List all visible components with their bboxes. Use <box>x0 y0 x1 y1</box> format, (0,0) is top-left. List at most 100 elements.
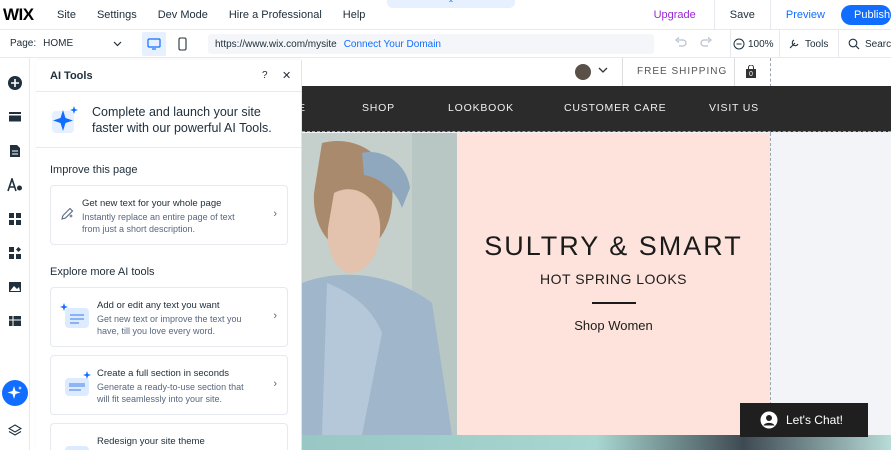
apps-icon[interactable] <box>6 210 24 228</box>
wrench-icon <box>789 39 799 49</box>
menu-settings[interactable]: Settings <box>97 9 137 21</box>
top-right-actions: Upgrade Save Preview Publish <box>654 0 891 30</box>
panel-title: AI Tools <box>50 69 93 82</box>
chevron-up-icon: ⌃ <box>447 0 455 8</box>
theme-sparkle-icon <box>65 446 89 450</box>
undo-icon[interactable] <box>674 37 687 49</box>
search-label: Search <box>865 38 891 50</box>
sparkle-icon <box>7 386 22 399</box>
nav-item-lookbook[interactable]: LOOKBOOK <box>448 102 514 114</box>
zoom-icon <box>733 38 745 50</box>
zoom-control[interactable]: 100% <box>730 30 774 58</box>
search-icon <box>848 38 860 50</box>
ai-card-page-text[interactable]: Get new text for your whole page Instant… <box>50 185 288 245</box>
card-title: Create a full section in seconds <box>97 368 230 379</box>
connect-domain-link[interactable]: Connect Your Domain <box>344 39 441 50</box>
card-description: Get new text or improve the text you hav… <box>97 314 242 336</box>
hero-image[interactable] <box>302 133 457 435</box>
pages-icon[interactable] <box>6 142 24 160</box>
page-select[interactable]: HOME <box>43 38 113 49</box>
explore-section-title: Explore more AI tools <box>50 266 155 278</box>
zoom-level: 100% <box>748 38 774 50</box>
collapse-handle[interactable]: ⌃ <box>387 0 515 8</box>
desktop-view-button[interactable] <box>142 32 166 56</box>
card-description: Generate a ready-to-use section that wil… <box>97 382 244 404</box>
site-top-strip: FREE SHIPPING 0 <box>302 58 891 86</box>
shop-women-link[interactable]: Shop Women <box>457 318 770 333</box>
hero-subtitle: HOT SPRING LOOKS <box>540 271 687 287</box>
ai-card-redesign-theme[interactable]: Redesign your site theme <box>50 423 288 450</box>
panel-intro: Complete and launch your site faster wit… <box>36 92 301 148</box>
undo-redo <box>674 37 713 52</box>
chevron-right-icon: › <box>273 378 277 390</box>
menu-help[interactable]: Help <box>343 9 366 21</box>
tools-label: Tools <box>805 38 829 50</box>
nav-item-shop[interactable]: SHOP <box>362 102 395 114</box>
save-button[interactable]: Save <box>713 0 755 30</box>
business-apps-icon[interactable] <box>6 244 24 262</box>
chevron-right-icon: › <box>273 310 277 322</box>
close-icon[interactable]: ✕ <box>282 69 291 82</box>
card-title: Redesign your site theme <box>97 436 205 447</box>
cart-button[interactable]: 0 <box>734 58 766 86</box>
desktop-icon <box>147 38 161 50</box>
pen-icon <box>61 207 74 220</box>
menu-dev-mode[interactable]: Dev Mode <box>158 9 208 21</box>
nav-item-visit-us[interactable]: VISIT US <box>709 102 759 114</box>
preview-button[interactable]: Preview <box>769 0 825 30</box>
text-document-sparkle-icon <box>60 303 89 328</box>
wix-logo[interactable]: WIX <box>3 5 47 25</box>
menu-site[interactable]: Site <box>57 9 76 21</box>
mobile-icon <box>177 37 187 51</box>
avatar[interactable] <box>575 64 591 80</box>
nav-item-customer-care[interactable]: CUSTOMER CARE <box>564 102 666 114</box>
left-toolbar <box>0 58 30 450</box>
canvas-margin <box>770 133 891 435</box>
cms-icon[interactable] <box>6 312 24 330</box>
panel-intro-text: Complete and launch your site faster wit… <box>92 105 272 135</box>
ai-card-create-section[interactable]: Create a full section in seconds Generat… <box>50 355 288 415</box>
top-bar: WIX Site Settings Dev Mode Hire a Profes… <box>0 0 891 30</box>
chat-avatar-icon <box>760 411 778 429</box>
add-section-icon[interactable] <box>6 108 24 126</box>
site-design-icon[interactable] <box>6 176 24 194</box>
chevron-down-icon[interactable] <box>113 39 122 49</box>
ai-tools-panel: AI Tools ? ✕ Complete and launch your si… <box>36 60 302 450</box>
card-description: Instantly replace an entire page of text… <box>82 212 235 234</box>
mobile-view-button[interactable] <box>170 32 194 56</box>
hero-banner[interactable]: SULTRY & SMART HOT SPRING LOOKS Shop Wom… <box>457 133 770 435</box>
next-section-preview <box>302 435 891 450</box>
chevron-right-icon: › <box>273 208 277 220</box>
ai-tools-button[interactable] <box>2 380 28 406</box>
ai-card-add-edit-text[interactable]: Add or edit any text you want Get new te… <box>50 287 288 347</box>
site-navigation: E SHOP LOOKBOOK CUSTOMER CARE VISIT US <box>302 86 891 132</box>
free-shipping-banner: FREE SHIPPING <box>622 58 734 86</box>
tools-button[interactable]: Tools <box>779 30 828 58</box>
redo-icon[interactable] <box>700 37 713 49</box>
chevron-down-icon[interactable] <box>598 64 608 76</box>
upgrade-link[interactable]: Upgrade <box>654 9 696 21</box>
chat-label: Let's Chat! <box>786 413 843 427</box>
media-icon[interactable] <box>6 278 24 296</box>
site-url: https://www.wix.com/mysite <box>215 38 337 50</box>
help-icon[interactable]: ? <box>262 70 268 81</box>
card-title: Add or edit any text you want <box>97 300 220 311</box>
improve-section-title: Improve this page <box>50 164 138 176</box>
layers-icon[interactable] <box>6 422 24 440</box>
cart-count: 0 <box>749 71 753 78</box>
hero-title: SULTRY & SMART <box>484 231 743 261</box>
add-elements-icon[interactable] <box>6 74 24 92</box>
page-label: Page: <box>10 38 37 49</box>
ai-sparkle-illustration-icon <box>50 105 80 135</box>
publish-button[interactable]: Publish <box>841 5 891 25</box>
section-sparkle-icon <box>65 371 91 396</box>
card-title: Get new text for your whole page <box>82 198 222 209</box>
chat-button[interactable]: Let's Chat! <box>740 403 868 437</box>
url-bar[interactable]: https://www.wix.com/mysite Connect Your … <box>208 34 654 54</box>
site-canvas[interactable]: FREE SHIPPING 0 E SHOP LOOKBOOK CUSTOMER… <box>302 58 891 450</box>
search-button[interactable]: Search <box>838 30 891 58</box>
menu-hire-professional[interactable]: Hire a Professional <box>229 9 322 21</box>
divider <box>592 302 636 304</box>
nav-item-partial[interactable]: E <box>302 102 306 114</box>
editor-toolbar: Page: HOME https://www.wix.com/mysite Co… <box>0 30 891 58</box>
